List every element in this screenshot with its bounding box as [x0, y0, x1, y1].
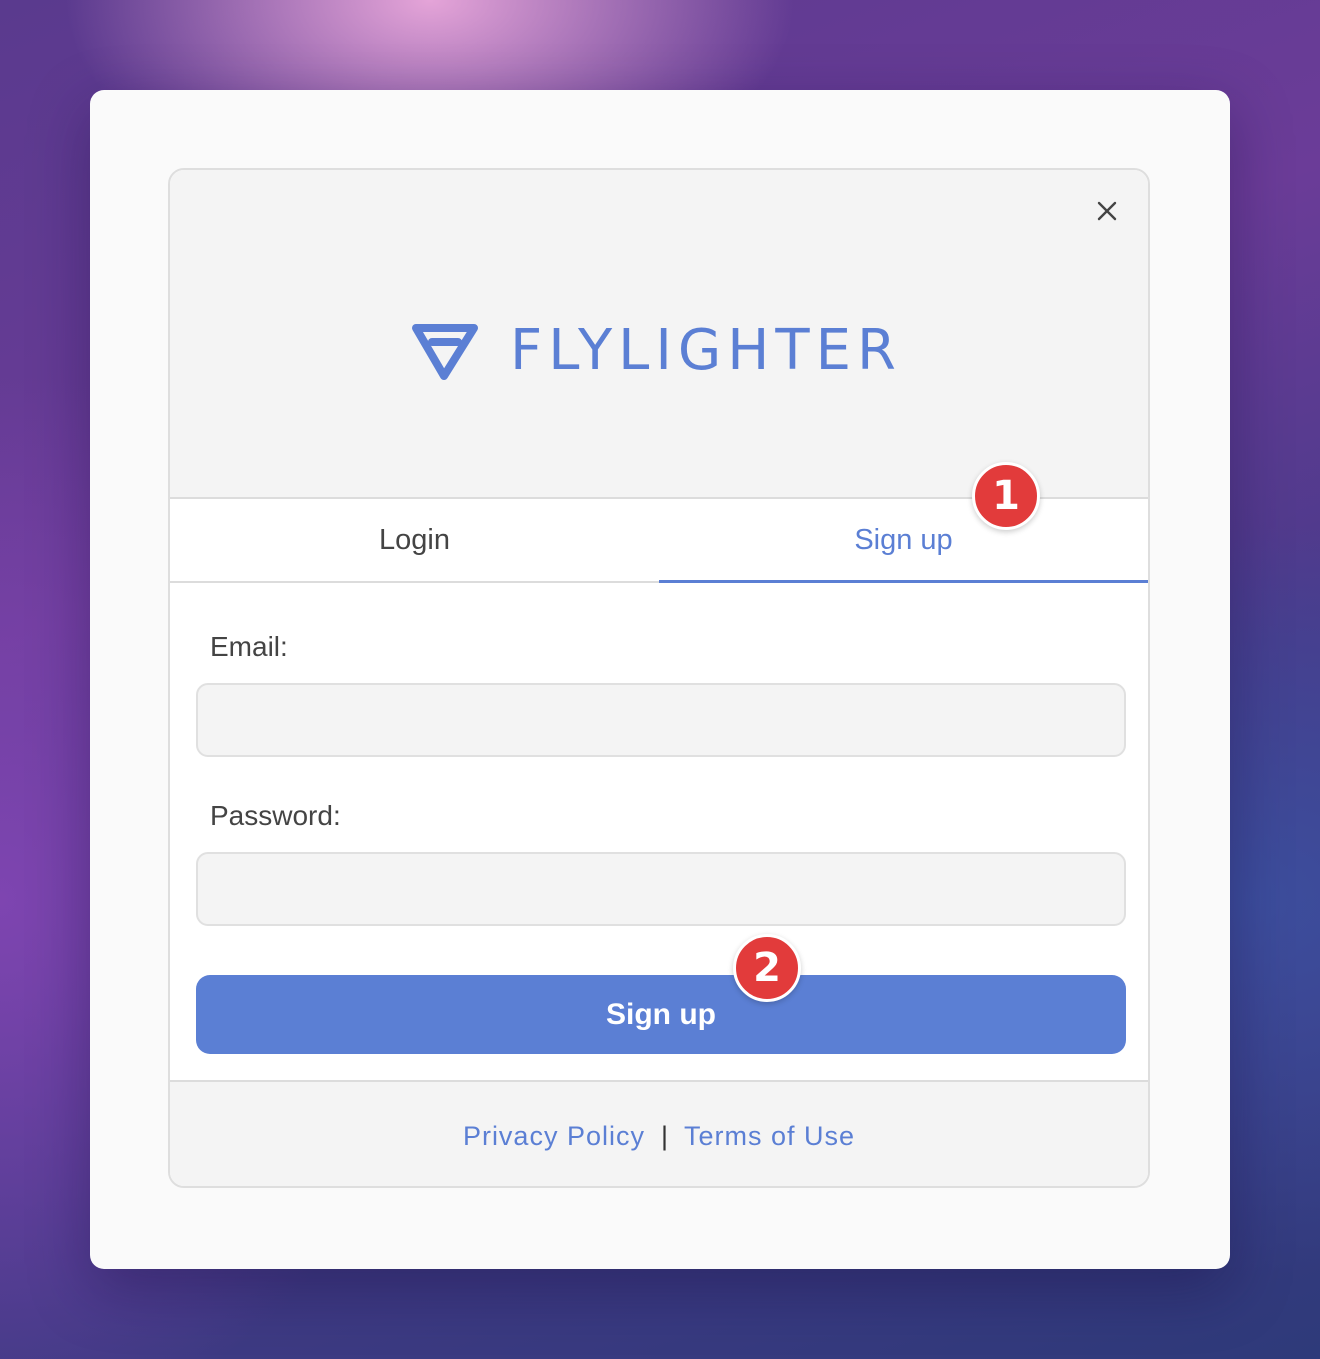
flylighter-logo-icon: [412, 324, 478, 380]
tab-signup[interactable]: Sign up: [659, 499, 1148, 583]
brand-logo: FLYLIGHTER: [410, 320, 902, 382]
footer-separator: |: [660, 1120, 668, 1151]
close-button[interactable]: [1092, 196, 1122, 226]
signup-button[interactable]: Sign up: [196, 975, 1126, 1054]
signup-modal: FLYLIGHTER Login Sign up Email: Password…: [168, 168, 1150, 1188]
modal-footer: Privacy Policy | Terms of Use: [170, 1080, 1148, 1186]
annotation-badge-1: 1: [972, 462, 1040, 530]
password-field[interactable]: [196, 852, 1126, 926]
email-label: Email:: [210, 631, 288, 662]
tab-login[interactable]: Login: [170, 499, 659, 581]
privacy-policy-link[interactable]: Privacy Policy: [463, 1121, 645, 1152]
signup-form: Email: Password: Sign up: [170, 583, 1148, 1080]
modal-header: FLYLIGHTER: [170, 170, 1148, 499]
password-label: Password:: [210, 800, 341, 831]
annotation-badge-2: 2: [733, 934, 801, 1002]
terms-of-use-link[interactable]: Terms of Use: [684, 1121, 855, 1152]
brand-name: FLYLIGHTER: [510, 318, 902, 383]
close-icon: [1097, 201, 1117, 221]
email-field[interactable]: [196, 683, 1126, 757]
outer-card: FLYLIGHTER Login Sign up Email: Password…: [90, 90, 1230, 1269]
